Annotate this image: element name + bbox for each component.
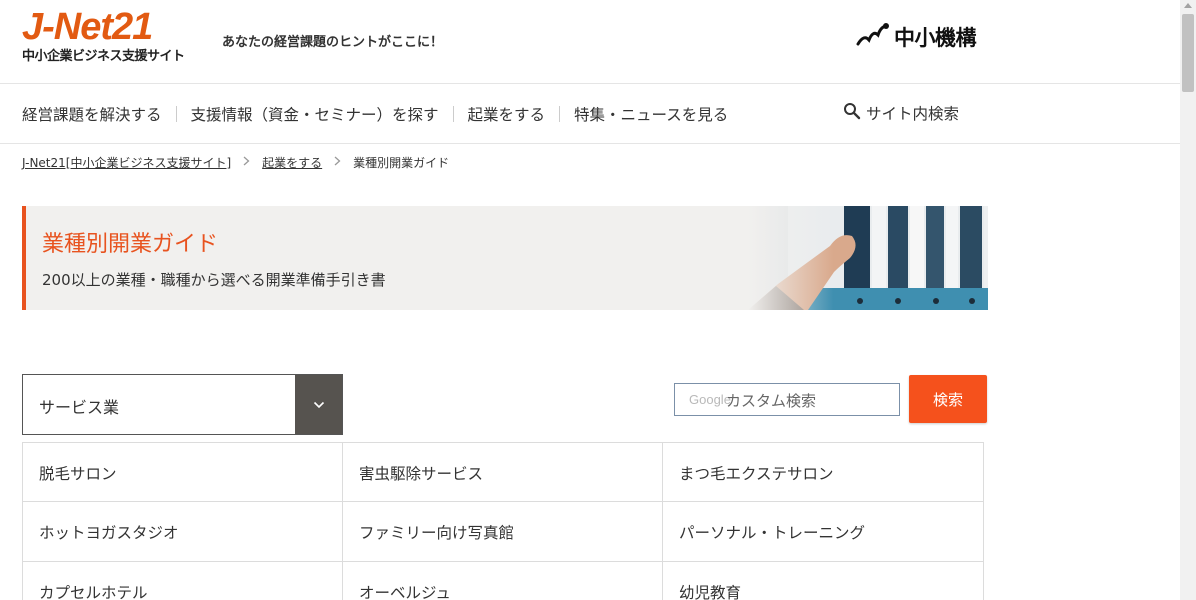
industry-grid: 脱毛サロン 害虫駆除サービス まつ毛エクステサロン ホットヨガスタジオ ファミリ… — [22, 442, 984, 600]
industry-item[interactable]: まつ毛エクステサロン — [663, 442, 984, 502]
breadcrumb: J-Net21[中小企業ビジネス支援サイト] 起業をする 業種別開業ガイド — [22, 154, 449, 171]
category-select-value: サービス業 — [39, 398, 120, 417]
scroll-up-icon[interactable] — [1184, 3, 1192, 8]
chevron-down-icon[interactable] — [295, 375, 342, 434]
breadcrumb-current: 業種別開業ガイド — [353, 156, 450, 170]
org-name: 中小機構 — [894, 26, 977, 50]
industry-item[interactable]: ホットヨガスタジオ — [22, 502, 343, 562]
page-banner: 業種別開業ガイド 200以上の業種・職種から選べる開業準備手引き書 — [22, 206, 988, 310]
nav-item-solve-issues[interactable]: 経営課題を解決する — [22, 103, 162, 125]
nav-item-features-news[interactable]: 特集・ニュースを見る — [574, 103, 728, 125]
nav-divider — [559, 105, 561, 122]
nav-divider — [452, 105, 454, 122]
industry-item[interactable]: パーソナル・トレーニング — [663, 502, 984, 562]
site-search-label: サイト内検索 — [866, 105, 960, 123]
nav-item-startup[interactable]: 起業をする — [468, 103, 546, 125]
chevron-right-icon — [243, 155, 250, 170]
main-nav: 経営課題を解決する 支援情報（資金・セミナー）を探す 起業をする 特集・ニュース… — [0, 84, 1180, 144]
search-button[interactable]: 検索 — [909, 375, 987, 423]
logo-sub-text: 中小企業ビジネス支援サイト — [22, 49, 185, 64]
breadcrumb-home[interactable]: J-Net21[中小企業ビジネス支援サイト] — [22, 154, 231, 171]
org-logo[interactable]: 中小機構 — [856, 22, 977, 52]
bird-icon — [856, 22, 890, 52]
chevron-right-icon — [334, 155, 341, 170]
industry-item[interactable]: 害虫駆除サービス — [343, 442, 663, 502]
industry-item[interactable]: ファミリー向け写真館 — [343, 502, 663, 562]
industry-item[interactable]: 幼児教育 — [663, 562, 984, 600]
custom-search-input[interactable]: Google カスタム検索 — [674, 383, 900, 416]
site-tagline: あなたの経営課題のヒントがここに！ — [222, 35, 444, 50]
industry-item[interactable]: オーベルジュ — [343, 562, 663, 600]
page-scrollbar[interactable] — [1180, 0, 1196, 600]
logo-main-text: J-Net21 — [22, 6, 153, 48]
banner-photo — [748, 206, 988, 310]
nav-divider — [175, 105, 177, 122]
site-logo[interactable]: J-Net21 中小企業ビジネス支援サイト — [22, 6, 208, 64]
industry-item[interactable]: 脱毛サロン — [22, 442, 343, 502]
industry-item[interactable]: カプセルホテル — [22, 562, 343, 600]
page-subtitle: 200以上の業種・職種から選べる開業準備手引き書 — [42, 271, 386, 289]
nav-item-support-info[interactable]: 支援情報（資金・セミナー）を探す — [191, 103, 439, 125]
page-title: 業種別開業ガイド — [42, 232, 219, 257]
breadcrumb-startup[interactable]: 起業をする — [262, 154, 322, 171]
search-icon — [843, 102, 861, 124]
site-header: J-Net21 中小企業ビジネス支援サイト あなたの経営課題のヒントがここに！ … — [0, 0, 1180, 84]
site-search-link[interactable]: サイト内検索 — [843, 102, 959, 124]
custom-search-placeholder: カスタム検索 — [726, 392, 817, 410]
category-select[interactable]: サービス業 — [22, 374, 343, 435]
google-watermark: Google — [689, 392, 731, 407]
scrollbar-thumb[interactable] — [1182, 14, 1194, 92]
